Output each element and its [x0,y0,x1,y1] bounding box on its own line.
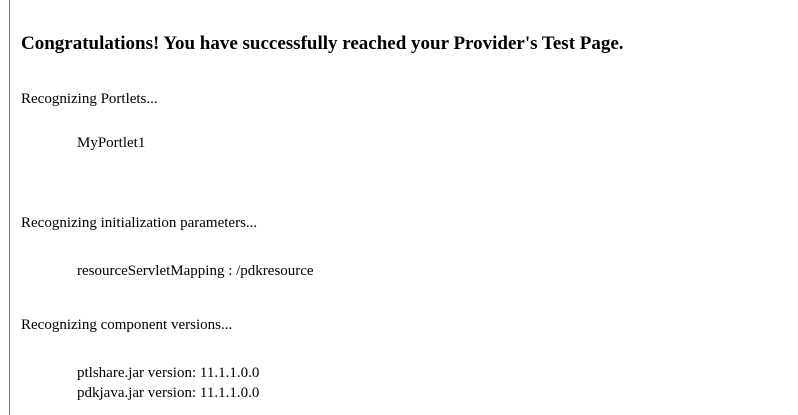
versions-status-label: Recognizing component versions... [21,317,233,333]
portlets-status-label: Recognizing Portlets... [21,91,158,107]
page-heading: Congratulations! You have successfully r… [21,33,624,54]
init-param-item: resourceServletMapping : /pdkresource [77,263,314,279]
left-border-rule [9,0,10,415]
init-params-status-label: Recognizing initialization parameters... [21,215,258,231]
provider-test-page: { "page": { "heading": "Congratulations!… [0,0,798,415]
version-item-pdkjava: pdkjava.jar version: 11.1.1.0.0 [77,385,260,401]
portlet-item: MyPortlet1 [77,135,146,151]
version-item-ptlshare: ptlshare.jar version: 11.1.1.0.0 [77,365,260,381]
